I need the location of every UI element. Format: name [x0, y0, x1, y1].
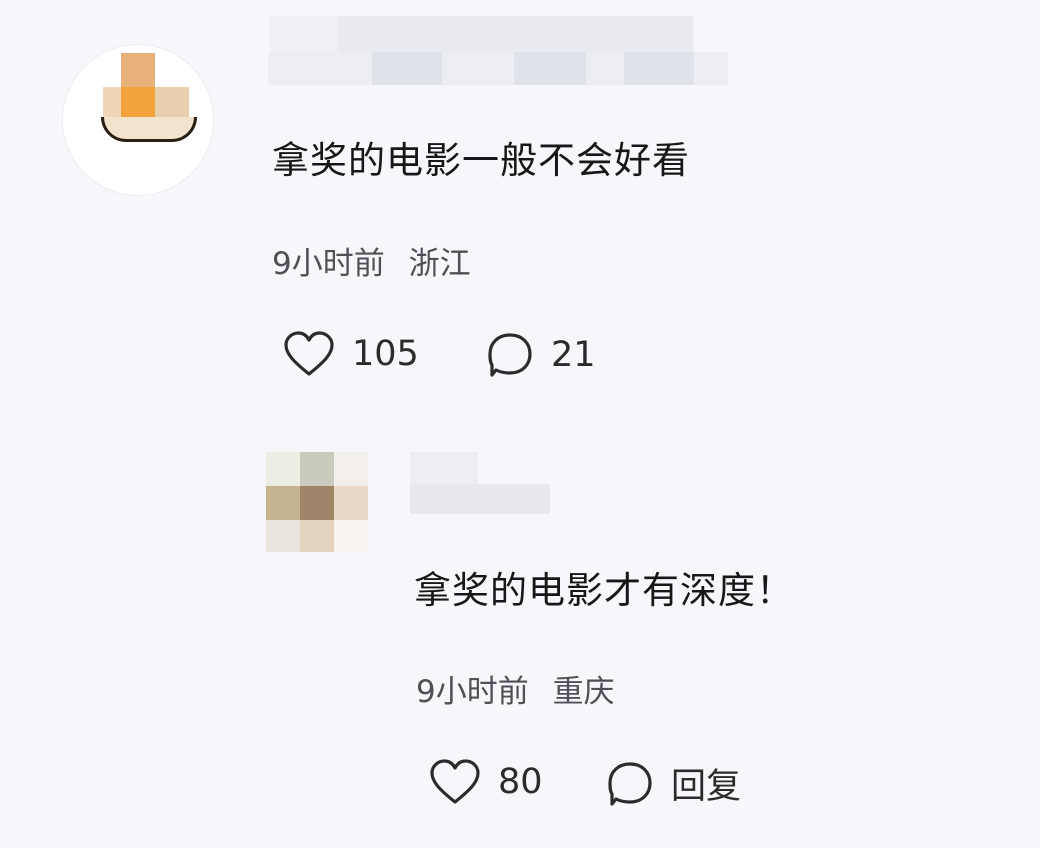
comment-location: 浙江 — [408, 246, 471, 282]
comment-time: 9小时前 — [272, 246, 385, 282]
comment-bubble-icon — [488, 333, 532, 377]
reply-button[interactable]: 回复 — [605, 758, 741, 809]
blurred-username — [410, 452, 478, 486]
comment-button[interactable]: 21 — [485, 330, 596, 380]
reply-count: 21 — [551, 335, 596, 375]
reply-meta: 9小时前 重庆 — [416, 666, 615, 711]
blurred-username — [338, 16, 693, 52]
comment-bubble-icon — [608, 761, 652, 806]
replier-avatar[interactable] — [266, 452, 370, 552]
blurred-username — [410, 484, 550, 514]
heart-icon — [430, 759, 480, 804]
like-count: 80 — [498, 762, 543, 802]
comment-meta: 9小时前 浙江 — [272, 238, 471, 283]
reply-text: 拿奖的电影才有深度！ — [414, 569, 794, 612]
like-count: 105 — [352, 334, 419, 374]
blurred-username — [270, 16, 342, 52]
like-button[interactable]: 80 — [428, 758, 543, 806]
comment-text: 拿奖的电影一般不会好看 — [272, 139, 690, 182]
blurred-username — [268, 52, 728, 85]
reply-time: 9小时前 — [416, 674, 529, 710]
commenter-avatar[interactable] — [62, 44, 214, 196]
like-button[interactable]: 105 — [282, 330, 419, 378]
reply-location: 重庆 — [552, 674, 615, 710]
reply-label: 回复 — [671, 767, 742, 807]
heart-icon — [284, 331, 334, 376]
